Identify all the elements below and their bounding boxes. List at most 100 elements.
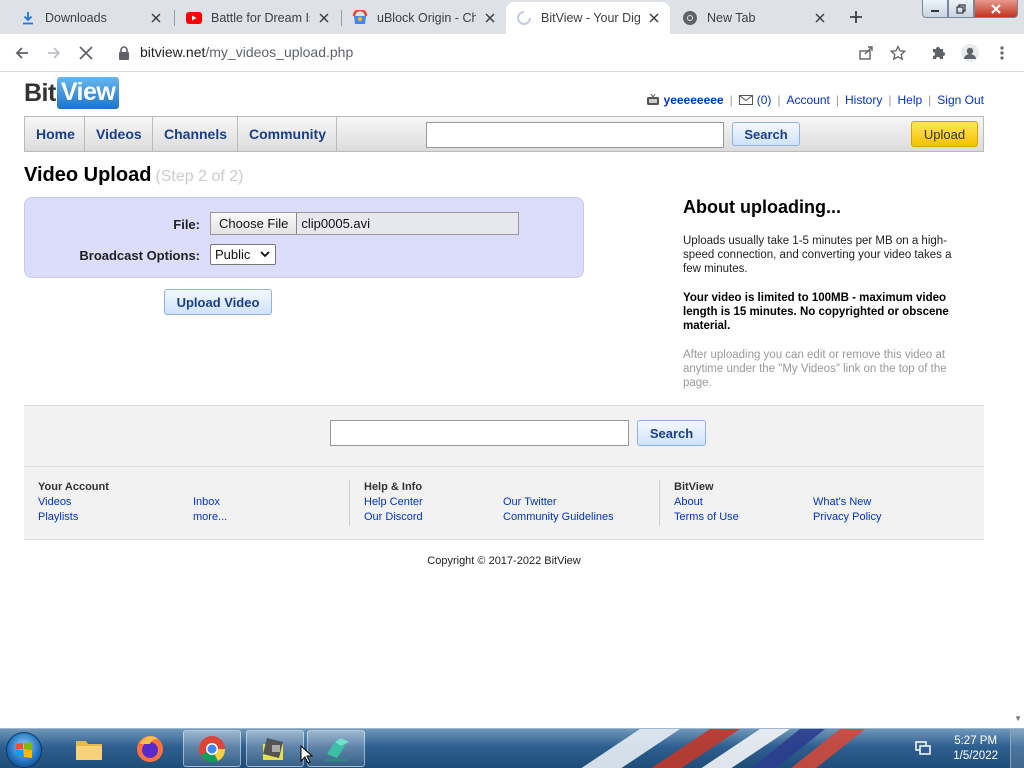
tab-separator xyxy=(174,10,175,26)
footer-search-button[interactable]: Search xyxy=(637,420,706,446)
url-path: /my_videos_upload.php xyxy=(205,44,354,60)
tab-close-icon[interactable] xyxy=(812,10,828,26)
start-button[interactable] xyxy=(6,732,42,768)
tab-downloads[interactable]: Downloads xyxy=(0,2,172,34)
footer-link-inbox[interactable]: Inbox xyxy=(193,496,220,508)
tab-bitview[interactable]: BitView - Your Digi xyxy=(506,2,670,34)
footer-heading-account: Your Account xyxy=(38,481,109,493)
about-paragraph-speed: Uploads usually take 1-5 minutes per MB … xyxy=(683,235,952,275)
wallpaper-glimpse xyxy=(581,729,865,768)
system-clock[interactable]: 5:27 PM 1/5/2022 xyxy=(953,734,998,764)
taskbar-chrome[interactable] xyxy=(183,730,241,767)
separator: | xyxy=(888,93,892,107)
footer-link-about[interactable]: About xyxy=(674,496,703,508)
inbox-count-link[interactable]: (0) xyxy=(757,93,772,107)
page-title-text: Video Upload xyxy=(24,164,152,186)
footer-link-discord[interactable]: Our Discord xyxy=(364,511,423,523)
close-window-button[interactable] xyxy=(974,0,1018,18)
show-desktop-button[interactable] xyxy=(1010,729,1024,768)
footer-link-privacy[interactable]: Privacy Policy xyxy=(813,511,881,523)
copyright: Copyright © 2017-2022 BitView xyxy=(427,555,581,567)
tab-youtube[interactable]: Battle for Dream Isl xyxy=(176,2,340,34)
youtube-icon xyxy=(186,10,202,26)
footer-link-help-center[interactable]: Help Center xyxy=(364,496,423,508)
puzzle-icon xyxy=(933,47,945,59)
stop-loading-button[interactable] xyxy=(76,43,96,63)
profile-button[interactable] xyxy=(960,43,980,63)
about-paragraph-edit: After uploading you can edit or remove t… xyxy=(683,349,947,389)
forward-arrow-icon xyxy=(48,47,61,59)
address-bar[interactable]: bitview.net/my_videos_upload.php xyxy=(140,44,353,60)
taskbar-app-2[interactable] xyxy=(307,730,365,767)
user-links: yeeeeeeee | (0) | Account | History | He… xyxy=(646,93,984,107)
mouse-cursor-icon xyxy=(300,745,314,764)
broadcast-select[interactable]: Public xyxy=(210,244,276,265)
file-label: File: xyxy=(173,217,200,232)
tab-title: Battle for Dream Isl xyxy=(211,11,310,25)
tab-title: New Tab xyxy=(707,11,756,25)
nav-home[interactable]: Home xyxy=(25,117,85,151)
tab-title: Downloads xyxy=(45,11,107,25)
sign-out-link[interactable]: Sign Out xyxy=(937,93,984,107)
main-nav: Home Videos Channels Community Search Up… xyxy=(24,116,984,152)
footer-link-more[interactable]: more... xyxy=(193,511,227,523)
footer-search-input[interactable] xyxy=(330,420,629,446)
username-link[interactable]: yeeeeeeee xyxy=(664,93,724,107)
bitview-logo[interactable]: Bit View xyxy=(24,77,120,109)
stop-icon xyxy=(79,46,93,60)
network-icon[interactable] xyxy=(914,740,932,756)
broadcast-value: Public xyxy=(215,247,251,262)
account-link[interactable]: Account xyxy=(787,93,830,107)
restore-icon xyxy=(956,3,966,14)
nav-community[interactable]: Community xyxy=(238,117,337,151)
tab-close-icon[interactable] xyxy=(646,10,662,26)
help-link[interactable]: Help xyxy=(897,93,922,107)
nav-channels[interactable]: Channels xyxy=(153,117,238,151)
tab-ublock[interactable]: uBlock Origin - Chr xyxy=(342,2,506,34)
close-icon xyxy=(991,3,1001,14)
footer-link-videos[interactable]: Videos xyxy=(38,496,71,508)
tab-strip: Downloads Battle for Dream Isl uBlock Or… xyxy=(0,0,1024,34)
about-paragraph-limits: Your video is limited to 100MB - maximum… xyxy=(683,292,949,332)
history-link[interactable]: History xyxy=(845,93,882,107)
minimize-button[interactable] xyxy=(922,0,948,18)
extensions-button[interactable] xyxy=(928,43,948,63)
footer-link-guidelines[interactable]: Community Guidelines xyxy=(503,511,614,523)
footer-link-terms[interactable]: Terms of Use xyxy=(674,511,739,523)
download-icon xyxy=(20,10,36,26)
taskbar-explorer[interactable] xyxy=(60,730,118,767)
choose-file-button[interactable]: Choose File xyxy=(211,213,298,234)
upload-button[interactable]: Upload xyxy=(911,121,978,147)
footer-link-whats-new[interactable]: What's New xyxy=(813,496,871,508)
header-search-input[interactable] xyxy=(426,122,724,148)
upload-video-button[interactable]: Upload Video xyxy=(164,289,272,315)
footer-link-playlists[interactable]: Playlists xyxy=(38,511,78,523)
tab-title: uBlock Origin - Chr xyxy=(377,11,476,25)
url-host: bitview.net xyxy=(140,44,206,60)
tab-new-tab[interactable]: New Tab xyxy=(672,2,836,34)
back-button[interactable] xyxy=(12,43,32,63)
header-search-button[interactable]: Search xyxy=(732,122,800,146)
bookmark-button[interactable] xyxy=(888,43,908,63)
star-icon xyxy=(890,45,906,61)
tab-title: BitView - Your Digi xyxy=(541,11,640,25)
firefox-icon xyxy=(137,735,163,762)
taskbar-app-1[interactable] xyxy=(246,730,304,767)
tab-close-icon[interactable] xyxy=(482,10,498,26)
forward-button[interactable] xyxy=(44,43,64,63)
lock-icon[interactable] xyxy=(114,43,134,63)
nav-videos[interactable]: Videos xyxy=(85,117,153,151)
taskbar-firefox[interactable] xyxy=(121,730,179,767)
scroll-down-arrow-icon[interactable]: ▼ xyxy=(1014,714,1022,723)
share-button[interactable] xyxy=(856,43,876,63)
tab-close-icon[interactable] xyxy=(148,10,164,26)
restore-button[interactable] xyxy=(948,0,974,18)
tab-close-icon[interactable] xyxy=(316,10,332,26)
envelope-icon[interactable] xyxy=(738,95,753,105)
separator: | xyxy=(777,93,781,107)
file-input[interactable]: Choose File clip0005.avi xyxy=(210,212,519,235)
footer-column-divider xyxy=(349,480,350,526)
new-tab-button[interactable] xyxy=(846,7,866,27)
menu-button[interactable] xyxy=(992,43,1012,63)
footer-link-twitter[interactable]: Our Twitter xyxy=(503,496,557,508)
